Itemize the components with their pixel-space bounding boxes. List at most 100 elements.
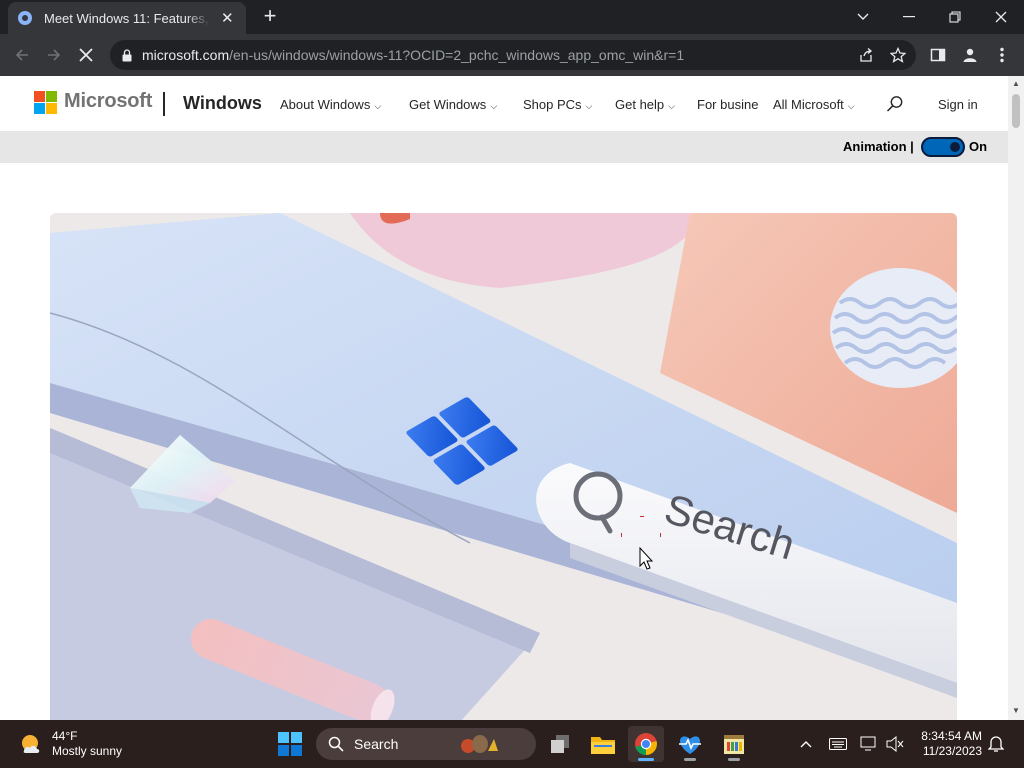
nav-label: For busine	[697, 97, 759, 112]
lock-icon	[122, 48, 132, 61]
network-button[interactable]	[859, 734, 879, 754]
partly-sunny-icon	[22, 735, 40, 753]
monitor-network-icon	[860, 736, 876, 751]
keyboard-icon	[829, 738, 847, 750]
nav-label: Get Windows	[409, 97, 487, 112]
star-icon	[890, 47, 906, 63]
arrow-right-icon	[48, 49, 61, 61]
hero-image: Search	[50, 213, 957, 720]
chevron-down-icon	[857, 13, 869, 20]
start-icon	[278, 732, 302, 756]
bell-icon	[988, 736, 1004, 752]
header-divider	[163, 92, 165, 116]
start-button[interactable]	[272, 726, 308, 762]
task-view-icon	[551, 735, 569, 753]
nav-label: Get help	[615, 97, 665, 112]
keyboard-button[interactable]	[828, 734, 848, 754]
nav-get-windows[interactable]: Get Windows ⌵	[409, 97, 497, 112]
tab-title: Meet Windows 11: Features, Look and More…	[44, 10, 211, 26]
sign-in-link[interactable]: Sign in	[938, 97, 978, 112]
taskbar-search-box[interactable]: Search	[316, 728, 536, 760]
nav-label: All Microsoft	[773, 97, 844, 112]
nav-label: About Windows	[280, 97, 371, 112]
restore-icon	[949, 11, 961, 23]
scroll-up-icon[interactable]: ▲	[1011, 79, 1021, 89]
site-header: Microsoft Windows About Windows ⌵ Get Win…	[0, 76, 1008, 131]
chevron-up-icon	[800, 741, 812, 748]
animation-state: On	[969, 139, 988, 154]
browser-toolbar: microsoft.com/en-us/windows/windows-11?O…	[0, 34, 1024, 76]
nav-label: Shop PCs	[523, 97, 582, 112]
system-clock[interactable]: 8:34:54 AM 11/23/2023	[912, 729, 982, 759]
nav-shop-pcs[interactable]: Shop PCs ⌵	[523, 97, 592, 112]
chrome-icon	[635, 733, 657, 755]
web-page: Microsoft Windows About Windows ⌵ Get Win…	[0, 76, 1008, 720]
side-panel-button[interactable]	[924, 41, 952, 69]
weather-condition: Mostly sunny	[52, 744, 123, 758]
animation-label: Animation |	[843, 139, 914, 154]
microsoft-logo-icon[interactable]	[34, 91, 57, 114]
weather-temperature: 44°F	[52, 729, 78, 743]
bookmark-button[interactable]	[884, 41, 912, 69]
site-search-button[interactable]	[886, 95, 904, 118]
tab-search-button[interactable]	[840, 0, 886, 34]
search-icon	[886, 96, 903, 112]
notepad-button[interactable]	[716, 726, 752, 762]
nav-all-microsoft[interactable]: All Microsoft ⌵	[773, 97, 855, 112]
taskbar-search-label: Search	[354, 736, 399, 752]
animation-toggle[interactable]	[921, 137, 965, 157]
clock-time: 8:34:54 AM	[921, 729, 982, 743]
speaker-muted-icon	[886, 736, 904, 752]
scroll-down-icon[interactable]: ▼	[1011, 706, 1021, 716]
windows-taskbar: 44°F Mostly sunny Search 8:34:54 AM 11/2…	[0, 720, 1024, 768]
profile-button[interactable]	[956, 41, 984, 69]
share-icon	[860, 48, 873, 62]
address-bar[interactable]: microsoft.com/en-us/windows/windows-11?O…	[110, 40, 916, 70]
open-app-indicator	[728, 758, 740, 761]
search-highlight-icon	[461, 735, 499, 753]
forward-button[interactable]	[40, 41, 68, 69]
chrome-taskbar-button[interactable]	[628, 726, 664, 762]
clock-date: 11/23/2023	[922, 744, 982, 758]
search-icon	[328, 736, 344, 752]
loading-favicon-icon	[18, 11, 32, 25]
close-window-button[interactable]	[978, 0, 1024, 34]
browser-titlebar: Meet Windows 11: Features, Look and More…	[0, 0, 1024, 34]
nav-get-help[interactable]: Get help ⌵	[615, 97, 675, 112]
nav-for-business[interactable]: For busine	[697, 97, 758, 112]
health-monitor-button[interactable]	[672, 726, 708, 762]
stop-loading-button[interactable]	[72, 41, 100, 69]
volume-button[interactable]	[885, 734, 905, 754]
url-path: /en-us/windows/windows-11?OCID=2_pchc_wi…	[229, 47, 685, 63]
section-title[interactable]: Windows	[183, 93, 262, 114]
notifications-button[interactable]	[986, 734, 1006, 754]
health-monitor-icon	[679, 736, 701, 754]
chevron-down-icon: ⌵	[847, 101, 855, 111]
nav-about-windows[interactable]: About Windows ⌵	[280, 97, 381, 112]
back-button[interactable]	[8, 41, 36, 69]
page-scrollbar[interactable]: ▲ ▼	[1008, 76, 1024, 720]
chevron-down-icon: ⌵	[585, 101, 593, 111]
notepad-icon	[724, 735, 744, 754]
scrollbar-thumb[interactable]	[1012, 94, 1020, 128]
close-icon	[79, 48, 93, 62]
microsoft-wordmark[interactable]: Microsoft	[64, 90, 152, 113]
show-hidden-icons-button[interactable]	[796, 734, 816, 754]
share-button[interactable]	[852, 41, 880, 69]
minimize-icon	[903, 16, 915, 18]
restore-button[interactable]	[932, 0, 978, 34]
browser-tab-active[interactable]: Meet Windows 11: Features, Look and More…	[8, 2, 246, 34]
menu-button[interactable]	[988, 41, 1016, 69]
open-app-indicator	[684, 758, 696, 761]
weather-widget[interactable]: 44°F Mostly sunny	[18, 729, 122, 759]
tab-close-button[interactable]: ✕	[219, 9, 236, 27]
chevron-down-icon: ⌵	[374, 101, 382, 111]
active-app-indicator	[638, 758, 654, 761]
file-explorer-button[interactable]	[585, 726, 621, 762]
task-view-button[interactable]	[542, 726, 578, 762]
minimize-button[interactable]	[886, 0, 932, 34]
chevron-down-icon: ⌵	[668, 101, 675, 111]
new-tab-button[interactable]: +	[258, 4, 282, 28]
side-panel-icon	[930, 48, 946, 62]
hero-illustration: Search	[50, 213, 957, 720]
